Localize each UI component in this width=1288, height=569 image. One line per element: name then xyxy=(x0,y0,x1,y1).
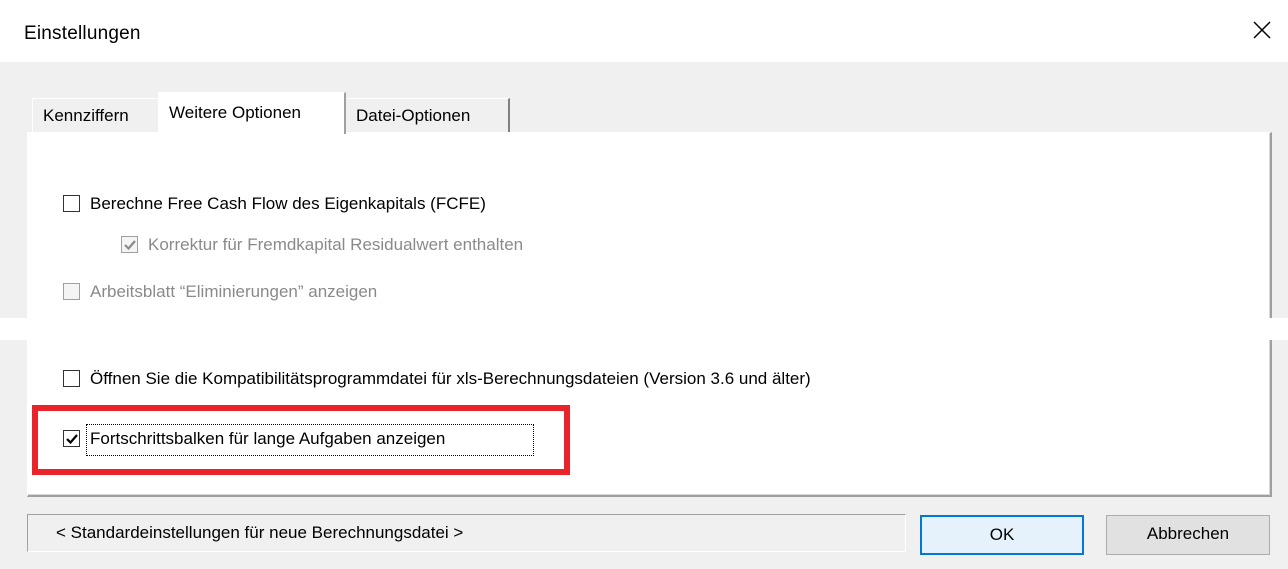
screenshot-gap xyxy=(0,318,1288,340)
kompatibilitaet-checkbox[interactable] xyxy=(63,370,80,387)
close-icon xyxy=(1253,21,1271,39)
highlight-box xyxy=(32,405,570,475)
settings-dialog: Einstellungen Kennziffern Weitere Option… xyxy=(0,0,1288,569)
status-text: < Standardeinstellungen für neue Berechn… xyxy=(27,514,906,552)
tab-kennziffern-label: Kennziffern xyxy=(43,106,129,125)
korrektur-label: Korrektur für Fremdkapital Residualwert … xyxy=(148,235,524,254)
cancel-button[interactable]: Abbrechen xyxy=(1106,515,1270,555)
fcfe-label: Berechne Free Cash Flow des Eigenkapital… xyxy=(90,194,486,213)
close-button[interactable] xyxy=(1244,12,1280,48)
ok-button[interactable]: OK xyxy=(920,515,1084,555)
eliminierungen-checkbox xyxy=(63,283,80,300)
tab-weitere-optionen-label: Weitere Optionen xyxy=(169,103,301,122)
korrektur-checkbox xyxy=(121,236,138,253)
fcfe-checkbox[interactable] xyxy=(63,195,80,212)
tab-weitere-optionen[interactable]: Weitere Optionen xyxy=(158,92,346,134)
tab-datei-optionen-label: Datei-Optionen xyxy=(356,106,471,125)
kompatibilitaet-label: Öffnen Sie die Kompatibilitätsprogrammda… xyxy=(90,369,811,388)
title-bar: Einstellungen xyxy=(0,0,1288,62)
eliminierungen-label: Arbeitsblatt “Eliminierungen” anzeigen xyxy=(90,282,378,301)
dialog-title: Einstellungen xyxy=(24,23,141,44)
tab-datei-optionen[interactable]: Datei-Optionen xyxy=(346,98,510,132)
tab-kennziffern[interactable]: Kennziffern xyxy=(32,98,158,132)
checkmark-icon xyxy=(124,240,136,251)
